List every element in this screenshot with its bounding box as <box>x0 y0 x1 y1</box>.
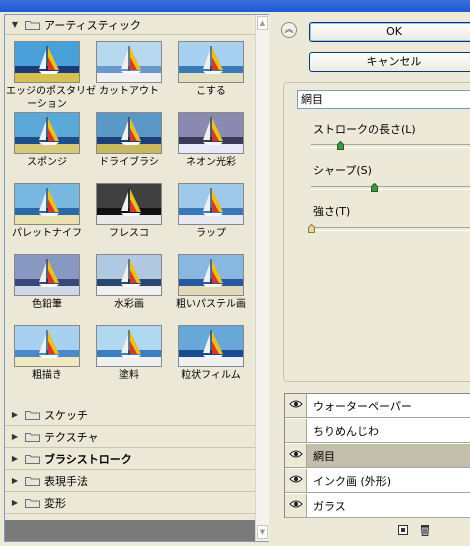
category-label: 変形 <box>44 496 66 510</box>
triangle-right-icon: ▶ <box>11 410 19 419</box>
folder-icon <box>25 20 40 30</box>
filter-thumbnail[interactable] <box>96 254 162 296</box>
slider-label-strength: 強さ(T) <box>313 205 351 218</box>
triangle-right-icon: ▶ <box>11 498 19 507</box>
folder-icon <box>25 476 40 486</box>
gallery-empty-area <box>5 520 255 541</box>
scroll-down-arrow-icon[interactable]: ▼ <box>257 525 268 539</box>
filter-thumbnail-label: エッジのポスタリゼーション <box>6 85 96 111</box>
gallery-list: ▼ アーティスティック エッジのポスタリゼ ーション カットアウト こする スポンジ ドラ… <box>5 15 255 541</box>
triangle-right-icon: ▶ <box>11 432 19 441</box>
slider-label-sharpness: シャープ(S) <box>313 164 372 177</box>
title-bar-strip <box>0 0 470 12</box>
layer-name: ちりめんじわ <box>313 424 379 438</box>
filter-thumbnail-label: 色鉛筆 <box>32 299 62 310</box>
category-label: 表現手法 <box>44 474 88 488</box>
filter-thumbnail-label: 粗描き <box>32 370 62 381</box>
filter-thumbnail-label: 粒状フィルム <box>181 370 241 381</box>
filter-thumbnail[interactable] <box>96 112 162 154</box>
folder-icon <box>25 410 40 420</box>
triangle-right-icon: ▶ <box>11 476 19 485</box>
filter-gallery: ▼ アーティスティック エッジのポスタリゼ ーション カットアウト こする スポンジ ドラ… <box>4 14 269 542</box>
layer-row[interactable]: ウォーターペーパー <box>285 394 470 418</box>
category-row[interactable]: ▶ スケッチ <box>5 404 255 426</box>
folder-icon <box>25 498 40 508</box>
filter-thumbnail-label-line: ーション <box>27 99 67 110</box>
filter-thumbnail[interactable] <box>96 325 162 367</box>
category-label: ブラシストローク <box>44 452 132 466</box>
double-chevron-up-icon[interactable]: ︽ <box>281 22 297 38</box>
triangle-down-icon: ▼ <box>11 20 19 29</box>
new-layer-icon[interactable] <box>396 523 410 537</box>
layer-row[interactable]: ガラス <box>285 494 470 518</box>
layer-row[interactable]: ちりめんじわ <box>285 419 470 443</box>
folder-icon <box>25 432 40 442</box>
filter-thumbnail[interactable] <box>178 325 244 367</box>
eye-icon[interactable] <box>285 394 307 417</box>
filter-thumbnail[interactable] <box>178 41 244 83</box>
slider-track-strength[interactable] <box>311 227 470 231</box>
filter-thumbnail[interactable] <box>14 325 80 367</box>
filter-thumbnail-label: フレスコ <box>109 228 149 239</box>
filter-thumbnail[interactable] <box>14 183 80 225</box>
eye-icon[interactable] <box>285 444 307 467</box>
effect-layers-list: ウォーターペーパー ちりめんじわ 網目インク画 (外形) ガラス <box>284 393 470 518</box>
filter-thumbnail-label: ネオン光彩 <box>186 157 236 168</box>
category-label: スケッチ <box>44 408 88 422</box>
category-label: アーティスティック <box>44 18 142 32</box>
slider-thumb-strength[interactable] <box>308 223 315 233</box>
eye-icon[interactable] <box>285 494 307 517</box>
filter-thumbnail[interactable] <box>178 183 244 225</box>
filter-thumbnail[interactable] <box>178 254 244 296</box>
filter-thumbnail-label-line: エッジのポスタリゼ <box>6 86 96 97</box>
gallery-scrollbar[interactable]: ▲ ▼ <box>255 15 269 541</box>
filter-thumbnail[interactable] <box>96 41 162 83</box>
filter-thumbnail-label: ドライブラシ <box>99 157 159 168</box>
filter-thumbnail-label: 粗いパステル画 <box>176 299 246 310</box>
triangle-right-icon: ▶ <box>11 454 19 463</box>
layer-name: 網目 <box>313 449 335 463</box>
folder-icon <box>25 454 40 464</box>
slider-track-sharpness[interactable] <box>311 186 470 190</box>
category-row[interactable]: ▶ 変形 <box>5 492 255 514</box>
layer-row[interactable]: 網目 <box>285 444 470 468</box>
filter-select[interactable]: 網目 <box>297 90 470 109</box>
filter-thumbnail-label: 水彩画 <box>114 299 144 310</box>
slider-thumb-sharpness[interactable] <box>371 182 378 192</box>
filter-thumbnail[interactable] <box>14 41 80 83</box>
filter-thumbnail[interactable] <box>14 112 80 154</box>
category-label: テクスチャ <box>44 430 99 444</box>
category-artistic[interactable]: ▼ アーティスティック <box>5 15 255 35</box>
filter-thumbnail-label: ラップ <box>196 228 226 239</box>
category-row[interactable]: ▶ 表現手法 <box>5 470 255 492</box>
filter-thumbnail-label: 塗料 <box>119 370 139 381</box>
layer-name: ガラス <box>313 499 346 513</box>
slider-thumb-stroke-length[interactable] <box>337 140 344 150</box>
filter-thumbnail[interactable] <box>96 183 162 225</box>
filter-thumbnail-label: こする <box>196 86 226 97</box>
layer-name: インク画 (外形) <box>313 474 392 488</box>
trash-icon[interactable] <box>418 523 432 537</box>
scroll-up-arrow-icon[interactable]: ▲ <box>257 16 268 30</box>
eye-icon[interactable] <box>285 419 307 442</box>
filter-thumbnail[interactable] <box>178 112 244 154</box>
slider-label-stroke-length: ストロークの長さ(L) <box>313 123 416 136</box>
cancel-button[interactable]: キャンセル <box>309 52 470 72</box>
layer-row[interactable]: インク画 (外形) <box>285 469 470 493</box>
eye-icon[interactable] <box>285 469 307 492</box>
filter-thumbnail-label: スポンジ <box>27 157 67 168</box>
layer-name: ウォーターペーパー <box>313 399 412 413</box>
ok-button[interactable]: OK <box>309 22 470 42</box>
slider-track-stroke-length[interactable] <box>311 144 470 148</box>
filter-thumbnail[interactable] <box>14 254 80 296</box>
filter-thumbnail-label: パレットナイフ <box>12 228 82 239</box>
category-row[interactable]: ▶ ブラシストローク <box>5 448 255 470</box>
filter-thumbnail-label: カットアウト <box>99 86 159 97</box>
category-row[interactable]: ▶ テクスチャ <box>5 426 255 448</box>
